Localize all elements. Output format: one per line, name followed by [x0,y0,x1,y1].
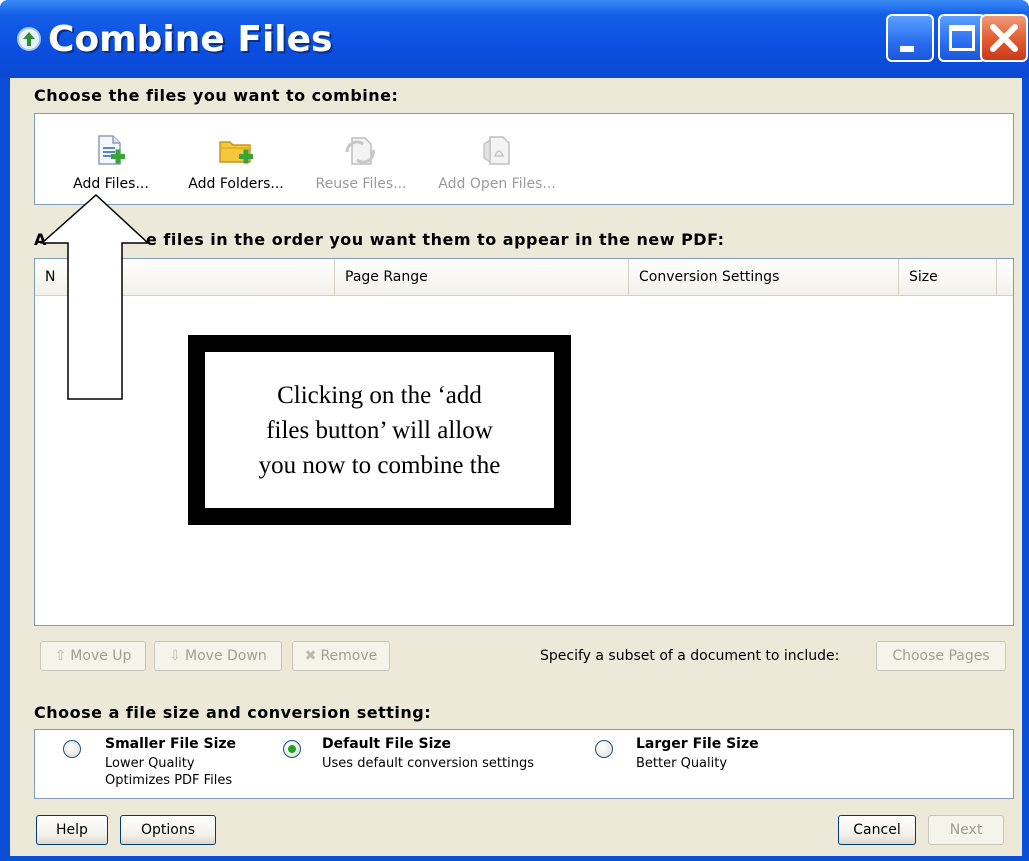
up-arrow-icon: ⇧ [54,648,67,664]
minimize-icon [900,46,914,52]
annotation-callout: Clicking on the ‘add files button’ will … [188,335,571,525]
move-up-button: ⇧ Move Up [40,641,146,671]
app-icon [17,27,41,51]
add-open-files-label: Add Open Files... [438,176,556,192]
annotation-text: Clicking on the ‘add files button’ will … [205,378,554,483]
file-size-options: Smaller File Size Lower Quality Optimize… [34,729,1014,799]
title-bar[interactable]: Combine Files [0,0,1029,78]
add-folders-button[interactable]: Add Folders... [175,114,297,206]
help-button[interactable]: Help [36,815,108,845]
add-folders-icon [219,141,253,164]
move-down-button: ⇩ Move Down [154,641,282,671]
maximize-icon [949,25,975,51]
reuse-files-label: Reuse Files... [315,176,407,192]
choose-pages-button: Choose Pages [876,641,1006,671]
maximize-button[interactable] [938,14,986,62]
smaller-file-size-title: Smaller File Size [105,736,237,752]
file-source-toolbar: Add Files... Add Folders... Reuse Files.… [34,113,1014,205]
larger-file-size-title: Larger File Size [636,736,759,752]
down-arrow-icon: ⇩ [169,648,182,664]
radio-selected-dot [288,745,296,753]
annotation-line-2: files button’ will allow [266,417,493,444]
column-size[interactable]: Size [899,259,997,295]
cancel-button[interactable]: Cancel [838,815,916,845]
reuse-files-button: Reuse Files... [305,114,417,206]
annotation-line-3: you now to combine the [258,452,501,479]
add-open-files-icon [483,136,510,165]
larger-file-size-line1: Better Quality [636,756,728,771]
arrange-heading-end: e files in the order you want them to ap… [146,230,725,249]
window-title: Combine Files [48,19,333,60]
close-icon [990,24,1018,52]
remove-label: Remove [320,648,378,664]
file-list-header: N Page Range Conversion Settings Size [35,259,1013,296]
next-button: Next [928,815,1004,845]
move-up-label: Move Up [70,648,132,664]
choose-files-heading: Choose the files you want to combine: [34,86,399,105]
smaller-file-size-line2: Optimizes PDF Files [105,773,233,788]
add-folders-label: Add Folders... [188,176,284,192]
annotation-line-1: Clicking on the ‘add [277,382,482,409]
minimize-button[interactable] [886,14,934,62]
subset-label: Specify a subset of a document to includ… [540,648,840,664]
radio-smaller-file-size[interactable] [63,740,81,758]
add-open-files-button: Add Open Files... [427,114,567,206]
column-conversion-settings[interactable]: Conversion Settings [629,259,899,295]
options-button[interactable]: Options [120,815,216,845]
close-button[interactable] [980,14,1028,62]
move-down-label: Move Down [185,648,267,664]
add-files-label: Add Files... [73,176,149,192]
remove-x-icon: ✖ [304,648,317,664]
radio-larger-file-size[interactable] [595,740,613,758]
radio-default-file-size[interactable] [283,740,301,758]
add-files-icon [98,135,125,165]
smaller-file-size-line1: Lower Quality [105,756,195,771]
remove-button: ✖ Remove [292,641,390,671]
default-file-size-line1: Uses default conversion settings [322,756,534,771]
column-page-range[interactable]: Page Range [335,259,629,295]
file-size-heading: Choose a file size and conversion settin… [34,703,432,722]
reuse-files-icon [345,137,375,165]
annotation-up-arrow [40,193,150,400]
default-file-size-title: Default File Size [322,736,452,752]
